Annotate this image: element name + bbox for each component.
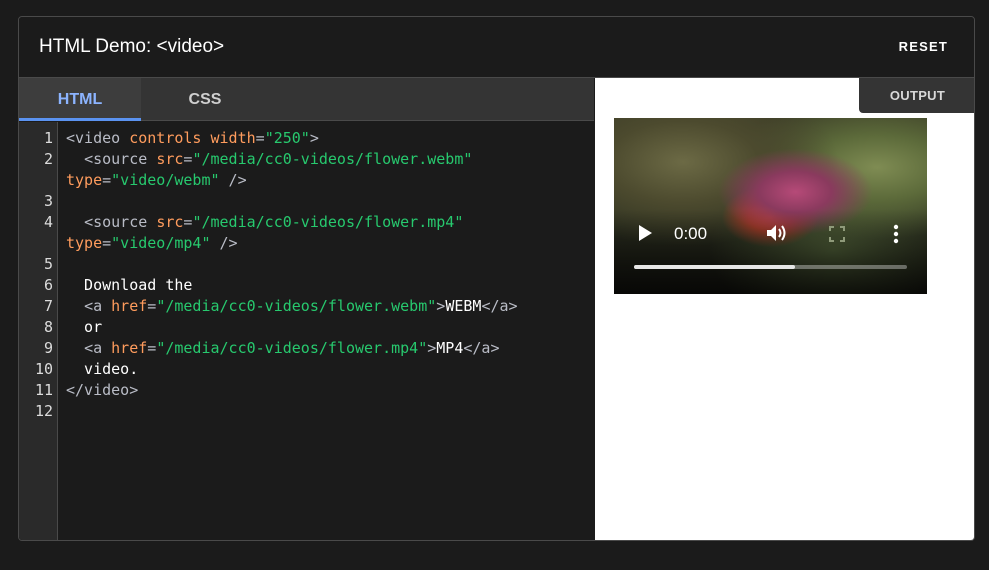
code-token: "/media/cc0-videos/flower.webm" xyxy=(156,297,437,315)
code-editor-panel: HTML CSS 1 2 3 4 5 6 7 8 9 10 11 12 <video controls… xyxy=(19,78,594,540)
code-token: src xyxy=(156,213,184,231)
code-token: Download the xyxy=(66,276,193,294)
line-number: 12 xyxy=(34,402,53,420)
volume-icon[interactable] xyxy=(766,223,788,243)
code-token: video. xyxy=(66,360,139,378)
code-line: <source src="/media/cc0-videos/flower.mp… xyxy=(66,212,463,233)
code-token: width xyxy=(201,129,256,147)
more-vert-icon[interactable] xyxy=(892,224,900,244)
code-token: MP4 xyxy=(436,339,464,357)
line-number: 9 xyxy=(43,339,53,357)
line-number: 4 xyxy=(43,213,53,231)
code-token: <source xyxy=(84,150,157,168)
output-panel: OUTPUT 0:00 xyxy=(595,78,974,540)
code-token: "/media/cc0-videos/flower.mp4" xyxy=(192,213,464,231)
code-token: href xyxy=(111,297,148,315)
video-controls-shade xyxy=(614,209,927,294)
time-display: 0:00 xyxy=(674,224,708,243)
code-token: <a xyxy=(84,297,112,315)
code-token: <source xyxy=(84,213,157,231)
tab-css[interactable]: CSS xyxy=(144,78,266,121)
code-line: or xyxy=(66,317,102,338)
code-token: type xyxy=(66,171,103,189)
line-number: 6 xyxy=(43,276,53,294)
code-token: "/media/cc0-videos/flower.mp4" xyxy=(156,339,428,357)
code-line: <a href="/media/cc0-videos/flower.mp4">M… xyxy=(66,338,500,359)
code-line: Download the xyxy=(66,275,192,296)
code-token: or xyxy=(66,318,103,336)
video-progress-fill xyxy=(634,265,796,269)
code-line: type="video/mp4" /> xyxy=(66,233,238,254)
fullscreen-icon[interactable] xyxy=(829,226,845,242)
code-line: video. xyxy=(66,359,138,380)
line-number: 10 xyxy=(34,360,53,378)
tab-html[interactable]: HTML xyxy=(19,78,141,121)
code-token: href xyxy=(111,339,148,357)
code-token: <video xyxy=(66,129,130,147)
code-token: controls xyxy=(129,129,202,147)
code-token: </video> xyxy=(66,381,139,399)
code-token: = xyxy=(102,171,112,189)
demo-header: HTML Demo: <video> RESET xyxy=(19,17,974,78)
code-token: "250" xyxy=(264,129,310,147)
output-tab: OUTPUT xyxy=(859,78,974,113)
line-number: 5 xyxy=(43,255,53,273)
code-token: = xyxy=(147,297,157,315)
editor-tabs: HTML CSS xyxy=(19,78,594,121)
code-token: /> xyxy=(219,171,247,189)
line-number: 11 xyxy=(34,381,53,399)
video-progress-bar[interactable] xyxy=(634,265,907,269)
line-number: 8 xyxy=(43,318,53,336)
demo-frame: HTML Demo: <video> RESET HTML CSS 123456… xyxy=(18,16,975,541)
code-line: <a href="/media/cc0-videos/flower.webm">… xyxy=(66,296,518,317)
code-token: /> xyxy=(210,234,238,252)
line-number: 1 xyxy=(43,129,53,147)
code-token: src xyxy=(156,150,184,168)
line-number: 2 xyxy=(43,150,53,168)
code-token: = xyxy=(255,129,265,147)
code-token: "video/webm" xyxy=(111,171,220,189)
line-number: 7 xyxy=(43,297,53,315)
code-line: <video controls width="250"> xyxy=(66,128,319,149)
video-player[interactable]: 0:00 xyxy=(614,118,927,294)
code-token: "video/mp4" xyxy=(111,234,211,252)
code-token: </a> xyxy=(463,339,500,357)
code-token: WEBM xyxy=(445,297,482,315)
code-token: "/media/cc0-videos/flower.webm" xyxy=(192,150,473,168)
code-token: <a xyxy=(84,339,112,357)
code-token: type xyxy=(66,234,103,252)
line-number-gutter: 1 2 3 4 5 6 7 8 9 10 11 12 xyxy=(19,122,58,540)
page-title: HTML Demo: <video> xyxy=(39,36,225,57)
code-token: > xyxy=(436,297,446,315)
code-line: type="video/webm" /> xyxy=(66,170,247,191)
code-token: > xyxy=(309,129,319,147)
line-number: 3 xyxy=(43,192,53,210)
code-token: > xyxy=(427,339,437,357)
code-line: </video> xyxy=(66,380,138,401)
code-token: </a> xyxy=(481,297,518,315)
code-line: <source src="/media/cc0-videos/flower.we… xyxy=(66,149,472,170)
code-token: = xyxy=(147,339,157,357)
reset-button[interactable]: RESET xyxy=(899,39,948,54)
code-token: = xyxy=(102,234,112,252)
play-icon[interactable] xyxy=(636,224,654,242)
